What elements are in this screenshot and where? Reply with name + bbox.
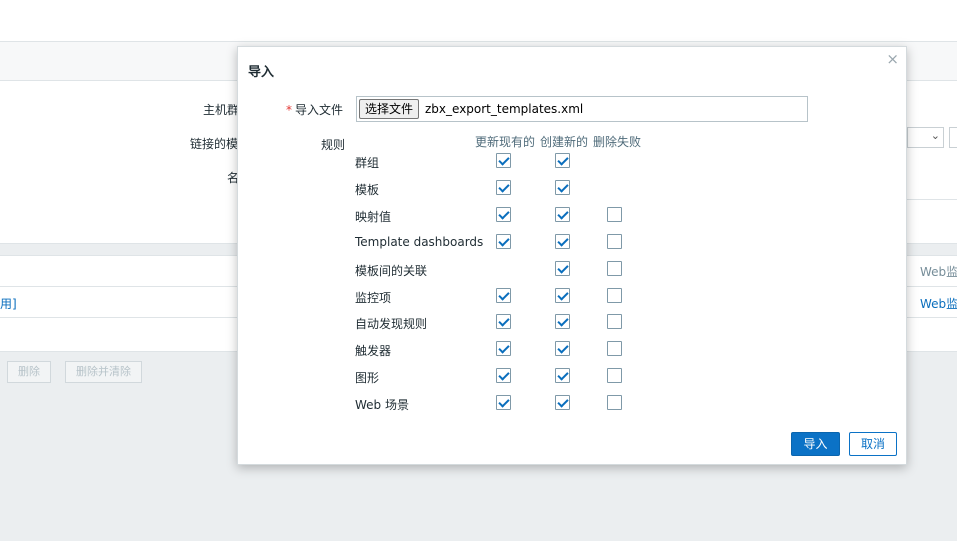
rule-label: 模板间的关联 — [355, 263, 428, 278]
checkbox-delete[interactable] — [607, 341, 622, 357]
rule-row: 触发器 — [355, 341, 755, 359]
checkbox-update[interactable] — [496, 153, 511, 168]
checkbox-create[interactable] — [555, 314, 570, 330]
checkbox-update[interactable] — [496, 233, 511, 249]
column-header-update-existing: 更新现有的 — [475, 135, 536, 149]
filter-select-secondary[interactable] — [949, 127, 957, 148]
checkbox-delete[interactable] — [607, 206, 622, 222]
column-header-delete-missing: 删除失败 — [593, 135, 642, 149]
rule-row: 图形 — [355, 368, 755, 386]
checkbox-update[interactable] — [496, 179, 511, 195]
checkbox-create[interactable] — [555, 233, 570, 249]
close-icon[interactable]: × — [886, 50, 899, 68]
dialog-title: 导入 — [248, 65, 275, 80]
rule-label: 自动发现规则 — [355, 317, 428, 332]
rule-label: Web 场景 — [355, 398, 409, 413]
cancel-button[interactable]: 取消 — [849, 432, 897, 456]
checkbox-update[interactable] — [496, 341, 511, 357]
rule-row: Template dashboards — [355, 233, 755, 252]
file-input[interactable]: 选择文件 zbx_export_templates.xml — [356, 96, 808, 122]
required-mark: * — [285, 103, 292, 117]
rule-row: 群组 — [355, 153, 755, 171]
rule-row: 模板 — [355, 179, 755, 198]
checkbox-create[interactable] — [555, 368, 570, 384]
checkbox-delete[interactable] — [607, 260, 622, 276]
checkbox-delete[interactable] — [607, 395, 622, 411]
checkbox-update[interactable] — [496, 206, 511, 222]
rule-label: Template dashboards — [355, 234, 484, 249]
checkbox-update[interactable] — [496, 314, 511, 330]
rule-row: 自动发现规则 — [355, 314, 755, 332]
checkbox-create[interactable] — [555, 153, 570, 168]
delete-button[interactable]: 删除 — [7, 361, 51, 383]
rule-row: 监控项 — [355, 287, 755, 306]
checkbox-create[interactable] — [555, 179, 570, 195]
choose-file-button[interactable]: 选择文件 — [359, 99, 420, 119]
checkbox-update[interactable] — [496, 287, 511, 303]
filter-label-hostgroup: 主机群 — [203, 103, 240, 117]
checkbox-delete[interactable] — [607, 233, 622, 249]
rule-row: 映射值 — [355, 206, 755, 225]
checkbox-update[interactable] — [496, 368, 511, 384]
column-header-create-new: 创建新的 — [540, 135, 589, 149]
rule-label: 监控项 — [355, 290, 392, 305]
rule-label: 映射值 — [355, 209, 392, 224]
filter-label-linked-templates: 链接的模 — [190, 137, 239, 151]
filter-select[interactable]: ⌄ — [907, 127, 944, 148]
rules-label: 规则 — [321, 138, 346, 152]
file-name-text: zbx_export_templates.xml — [425, 102, 584, 116]
import-file-label: * 导入文件 — [286, 101, 343, 118]
rule-label: 图形 — [355, 371, 380, 386]
table-cell-web-link[interactable]: Web监 — [920, 295, 957, 312]
checkbox-delete[interactable] — [607, 314, 622, 330]
table-cell-link[interactable]: 用] — [0, 295, 17, 312]
import-dialog: 导入 × * 导入文件 选择文件 zbx_export_templates.xml… — [237, 46, 907, 465]
checkbox-create[interactable] — [555, 287, 570, 303]
import-button[interactable]: 导入 — [791, 432, 840, 456]
checkbox-create[interactable] — [555, 341, 570, 357]
checkbox-delete[interactable] — [607, 287, 622, 303]
delete-and-clear-button[interactable]: 删除并清除 — [65, 361, 142, 383]
checkbox-create[interactable] — [555, 395, 570, 411]
checkbox-create[interactable] — [555, 260, 570, 276]
checkbox-delete[interactable] — [607, 368, 622, 384]
rule-row: Web 场景 — [355, 395, 755, 413]
checkbox-create[interactable] — [555, 206, 570, 222]
chevron-down-icon: ⌄ — [930, 129, 940, 142]
checkbox-update[interactable] — [496, 395, 511, 411]
rule-label: 触发器 — [355, 344, 392, 359]
import-file-label-text: 导入文件 — [294, 103, 343, 117]
page-header — [0, 0, 957, 42]
rule-label: 群组 — [355, 156, 380, 170]
rule-row: 模板间的关联 — [355, 260, 755, 279]
rule-label: 模板 — [355, 182, 380, 197]
table-header-web[interactable]: Web监 — [920, 263, 957, 280]
